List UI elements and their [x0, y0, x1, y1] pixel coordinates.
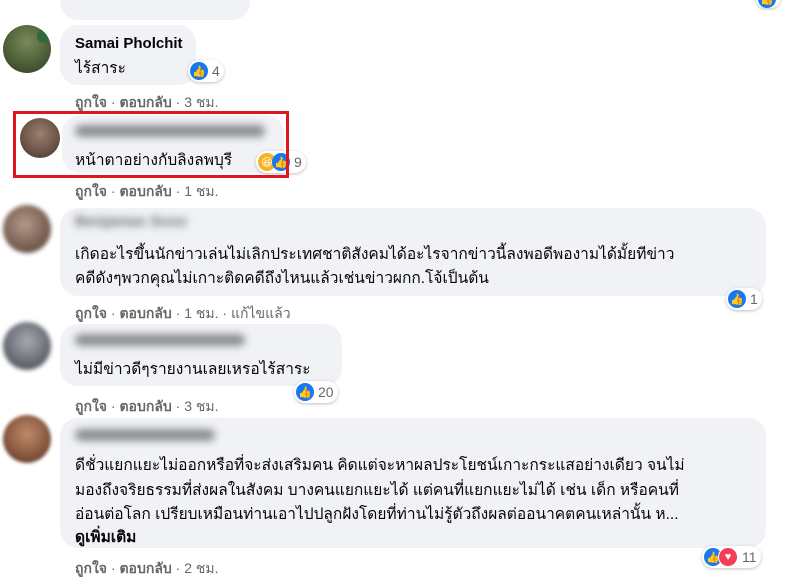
like-link[interactable]: ถูกใจ [75, 305, 107, 321]
comment-text-line: เกิดอะไรขึ้นนักข่าวเล่นไม่เลิกประเทศชาติ… [75, 246, 675, 263]
comment-actions: ถูกใจ · ตอบกลับ · 1 ชม. · แก้ไขแล้ว [75, 305, 291, 321]
reaction-count: 9 [294, 154, 302, 170]
like-link[interactable]: ถูกใจ [75, 560, 107, 576]
reply-link[interactable]: ตอบกลับ [119, 94, 171, 110]
comment-text-line: คดีดังๆพวกคุณไม่เกาะติดคดีถึงไหนแล้วเช่น… [75, 270, 489, 287]
comment-actions: ถูกใจ · ตอบกลับ · 2 ชม. [75, 560, 219, 576]
comment-text-line: อ่อนต่อโลก เปรียบเหมือนท่านเอาไปปลูกฝังโ… [75, 506, 679, 523]
reaction-summary[interactable]: 👍 4 [188, 60, 224, 82]
timestamp[interactable]: 1 ชม. [184, 305, 218, 321]
like-icon: 👍 [758, 0, 776, 8]
avatar[interactable] [3, 322, 51, 370]
reaction-summary[interactable]: 👍 ♥ 11 [702, 546, 761, 568]
timestamp[interactable]: 3 ชม. [184, 398, 218, 414]
see-more-link[interactable]: ดูเพิ่มเติม [75, 525, 136, 550]
like-link[interactable]: ถูกใจ [75, 398, 107, 414]
edited-label[interactable]: แก้ไขแล้ว [231, 305, 291, 321]
avatar[interactable] [3, 25, 51, 73]
reply-link[interactable]: ตอบกลับ [119, 305, 171, 321]
reply-link[interactable]: ตอบกลับ [119, 398, 171, 414]
commenter-name-blurred[interactable] [75, 333, 245, 350]
comment-actions: ถูกใจ · ตอบกลับ · 3 ชม. [75, 398, 219, 414]
like-icon: 👍 [728, 290, 746, 308]
previous-reactions[interactable]: 👍 [756, 0, 780, 8]
commenter-name-blurred[interactable] [75, 428, 215, 445]
previous-comment-bubble [60, 0, 250, 20]
like-icon: 👍 [296, 383, 314, 401]
comment-text: ไร้สาระ [75, 60, 126, 77]
comment-text-line: ดีชั่วแยกแยะไม่ออกหรือที่จะส่งเสริมคน คิ… [75, 457, 685, 474]
reaction-count: 4 [212, 63, 220, 79]
comment-text: ไม่มีข่าวดีๆรายงานเลยเหรอไร้สาระ [75, 361, 311, 378]
timestamp[interactable]: 1 ชม. [184, 183, 218, 199]
reply-link[interactable]: ตอบกลับ [119, 183, 171, 199]
highlight-box [13, 111, 289, 178]
love-icon: ♥ [718, 547, 738, 567]
commenter-name[interactable]: Benjamas Soso [75, 213, 187, 230]
comment-actions: ถูกใจ · ตอบกลับ · 1 ชม. [75, 183, 219, 199]
commenter-name[interactable]: Samai Pholchit [75, 35, 183, 52]
reaction-count: 20 [318, 384, 334, 400]
like-icon: 👍 [190, 62, 208, 80]
reaction-summary[interactable]: 👍 20 [294, 381, 338, 403]
comment-text-line: มองถึงจริยธรรมที่ส่งผลในสังคม บางคนแยกแย… [75, 482, 679, 499]
like-link[interactable]: ถูกใจ [75, 183, 107, 199]
blurred-name-bar [75, 334, 245, 346]
avatar[interactable] [3, 415, 51, 463]
blurred-name-bar [75, 429, 215, 441]
like-link[interactable]: ถูกใจ [75, 94, 107, 110]
reaction-count: 11 [742, 549, 757, 565]
timestamp[interactable]: 2 ชม. [184, 560, 218, 576]
timestamp[interactable]: 3 ชม. [184, 94, 218, 110]
avatar[interactable] [3, 205, 51, 253]
reaction-count: 1 [750, 291, 758, 307]
reply-link[interactable]: ตอบกลับ [119, 560, 171, 576]
reaction-summary[interactable]: 👍 1 [726, 288, 762, 310]
